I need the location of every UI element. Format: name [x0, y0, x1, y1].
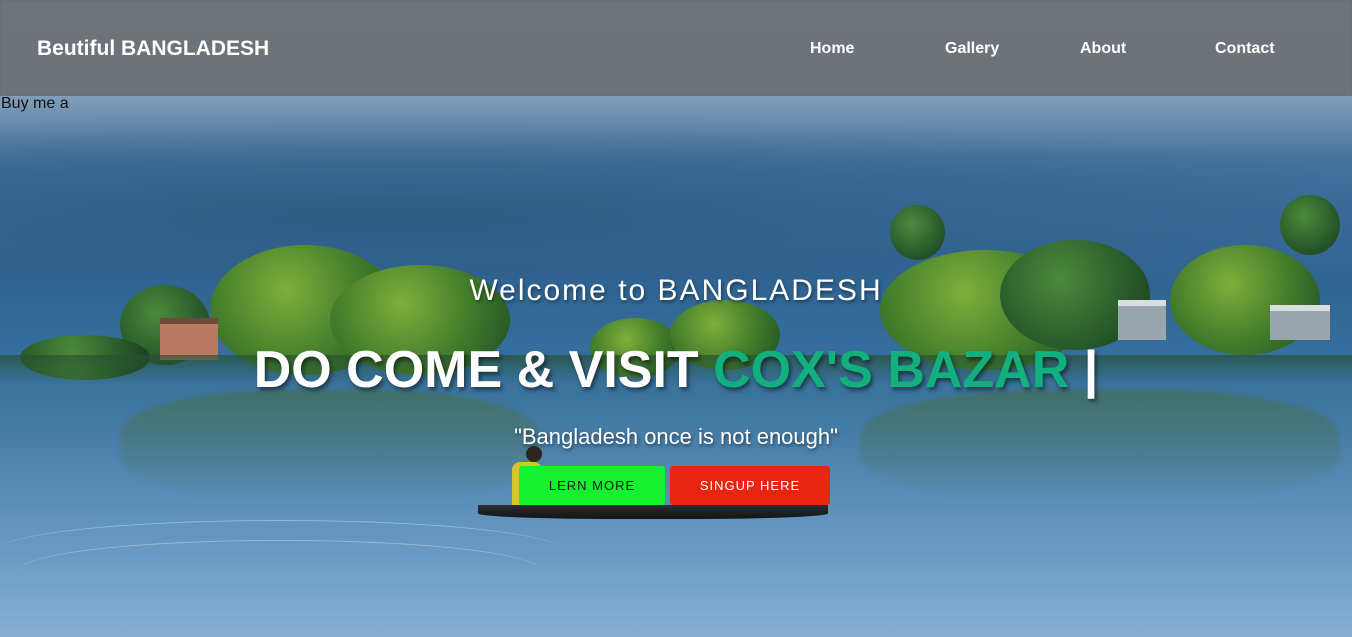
- distant-hills: [0, 110, 1352, 280]
- hero-quote: "Bangladesh once is not enough": [514, 424, 838, 449]
- nav-about-link[interactable]: About: [1080, 40, 1126, 58]
- headline-main-text: DO COME & VISIT: [253, 341, 714, 399]
- headline-accent-text: COX'S BAZAR: [713, 341, 1070, 399]
- nav-home-link[interactable]: Home: [810, 40, 854, 58]
- signup-button[interactable]: SINGUP HERE: [670, 466, 830, 505]
- tree-right-5: [1280, 195, 1340, 255]
- hero-headline: DO COME & VISIT COX'S BAZAR |: [0, 340, 1352, 400]
- hero-section: Beutiful BANGLADESH Home Gallery About C…: [0, 0, 1352, 637]
- site-brand[interactable]: Beutiful BANGLADESH: [37, 37, 269, 61]
- nav-gallery-link[interactable]: Gallery: [945, 40, 999, 58]
- typing-cursor: |: [1069, 341, 1099, 399]
- nav-contact-link[interactable]: Contact: [1215, 40, 1275, 58]
- top-navbar: Beutiful BANGLADESH Home Gallery About C…: [0, 0, 1352, 96]
- tree-right-4: [890, 205, 945, 260]
- ripple-2: [20, 540, 540, 600]
- learn-more-button[interactable]: LERN MORE: [519, 466, 665, 505]
- buy-me-text: Buy me a: [1, 95, 69, 112]
- welcome-heading: Welcome to BANGLADESH: [469, 274, 883, 307]
- house-right-2: [1270, 305, 1330, 340]
- boat: [478, 505, 828, 519]
